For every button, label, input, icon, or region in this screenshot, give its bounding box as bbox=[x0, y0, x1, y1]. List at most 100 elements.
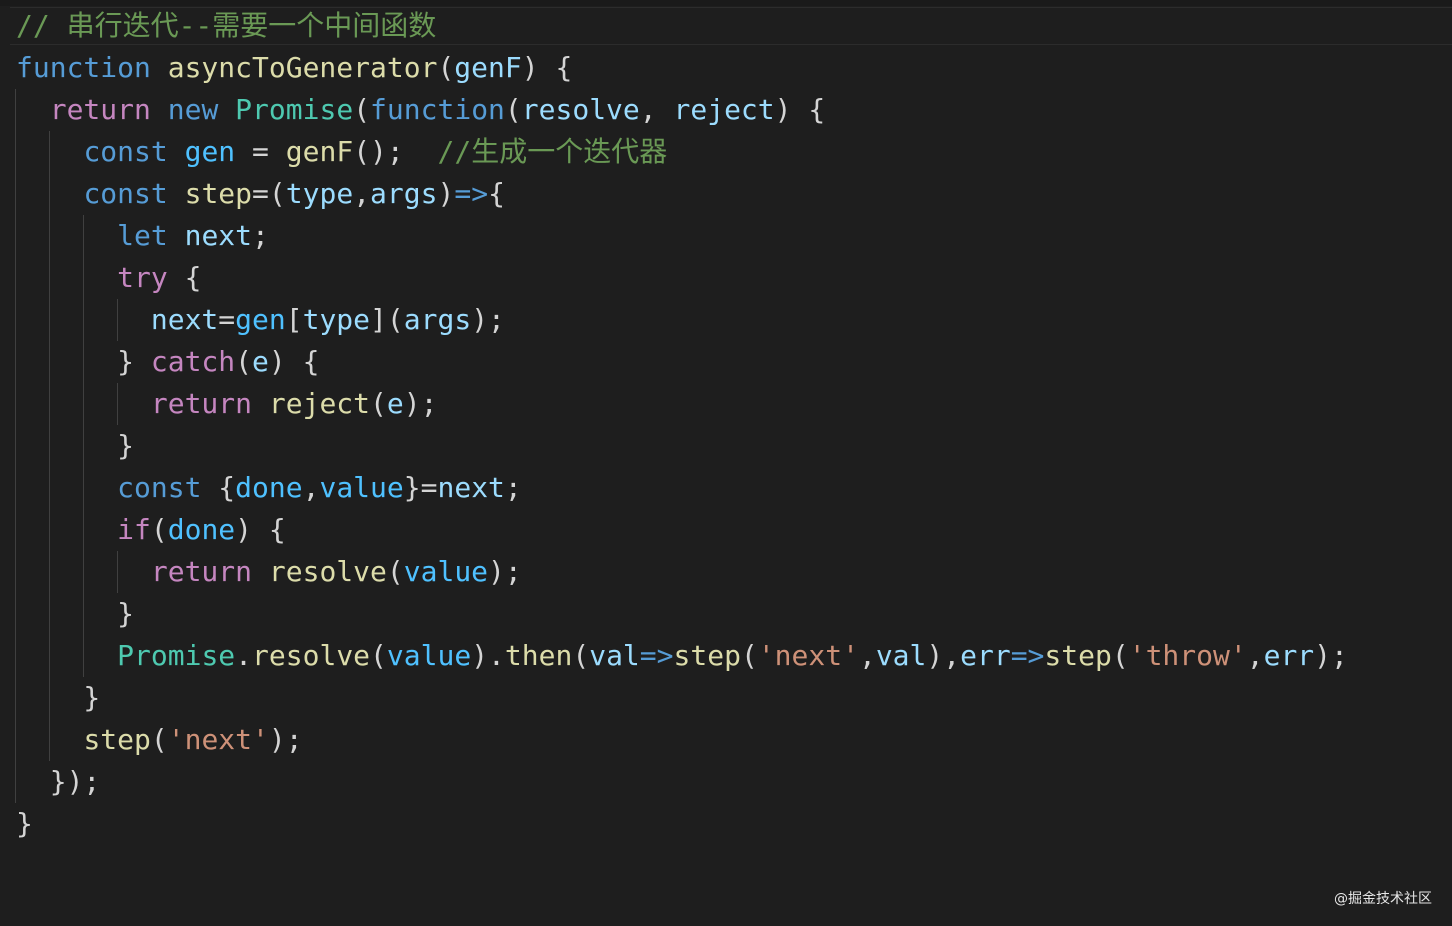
code-token: ); bbox=[1314, 639, 1348, 672]
code-token: e bbox=[386, 387, 404, 420]
code-line[interactable]: const {done,value}=next; bbox=[16, 467, 1348, 509]
code-token: }= bbox=[403, 471, 438, 504]
code-token: genF bbox=[454, 51, 522, 84]
code-token: , bbox=[302, 471, 320, 504]
code-token: ); bbox=[403, 387, 438, 420]
code-token: step bbox=[1044, 639, 1112, 672]
code-token: ( bbox=[437, 51, 455, 84]
code-line[interactable]: try { bbox=[16, 257, 1348, 299]
code-line[interactable]: } bbox=[16, 803, 1348, 845]
code-token: try bbox=[117, 261, 168, 294]
code-token: done bbox=[235, 471, 303, 504]
code-editor[interactable]: // 串行迭代--需要一个中间函数 function asyncToGenerat… bbox=[0, 0, 1452, 926]
code-token: ). bbox=[471, 639, 505, 672]
code-token: step bbox=[673, 639, 741, 672]
code-token: ( bbox=[235, 345, 253, 378]
code-token: val bbox=[875, 639, 927, 672]
code-token: =( bbox=[252, 177, 286, 210]
code-token: , bbox=[353, 177, 371, 210]
code-token: next bbox=[437, 471, 505, 504]
code-token: value bbox=[403, 555, 489, 588]
code-token: => bbox=[454, 177, 489, 210]
code-line[interactable]: } catch(e) { bbox=[16, 341, 1348, 383]
code-token: ) bbox=[437, 177, 455, 210]
code-token: next bbox=[184, 219, 253, 252]
code-token: then bbox=[504, 639, 573, 672]
code-token: return bbox=[150, 555, 253, 588]
code-token: { bbox=[201, 471, 236, 504]
code-token: err bbox=[960, 639, 1011, 672]
code-token: ( bbox=[740, 639, 758, 672]
code-token: const bbox=[117, 471, 202, 504]
code-token: => bbox=[1010, 639, 1045, 672]
code-line[interactable]: next=gen[type](args); bbox=[16, 299, 1348, 341]
code-lines[interactable]: // 串行迭代--需要一个中间函数 function asyncToGenerat… bbox=[16, 5, 1348, 845]
code-token: [ bbox=[285, 303, 303, 336]
code-line[interactable]: }); bbox=[16, 761, 1348, 803]
code-token: Promise bbox=[235, 93, 354, 126]
code-token: ( bbox=[1111, 639, 1129, 672]
code-line[interactable]: if(done) { bbox=[16, 509, 1348, 551]
code-line[interactable]: step('next'); bbox=[16, 719, 1348, 761]
code-line[interactable]: } bbox=[16, 677, 1348, 719]
code-token: if bbox=[117, 513, 151, 546]
code-token: . bbox=[235, 639, 253, 672]
code-line[interactable]: // 串行迭代--需要一个中间函数 bbox=[16, 5, 1348, 47]
code-line[interactable]: return reject(e); bbox=[16, 383, 1348, 425]
code-token: step bbox=[83, 723, 151, 756]
code-token: ); bbox=[268, 723, 303, 756]
code-token: } bbox=[16, 807, 33, 840]
code-token: return bbox=[49, 93, 151, 126]
code-token: , bbox=[858, 639, 876, 672]
code-line[interactable]: const step=(type,args)=>{ bbox=[16, 173, 1348, 215]
code-token: }); bbox=[16, 765, 101, 798]
code-token: } bbox=[16, 429, 135, 462]
code-token: { bbox=[488, 177, 505, 210]
code-token: ); bbox=[488, 555, 522, 588]
code-line[interactable]: } bbox=[16, 593, 1348, 635]
code-token: gen bbox=[235, 303, 286, 336]
code-line[interactable]: function asyncToGenerator(genF) { bbox=[16, 47, 1348, 89]
code-token: = bbox=[235, 135, 286, 168]
code-token: // 串行迭代--需要一个中间函数 bbox=[16, 9, 437, 42]
code-line[interactable]: return new Promise(function(resolve, rej… bbox=[16, 89, 1348, 131]
code-token: args bbox=[370, 177, 438, 210]
code-line[interactable]: return resolve(value); bbox=[16, 551, 1348, 593]
code-line[interactable]: } bbox=[16, 425, 1348, 467]
code-token: e bbox=[252, 345, 269, 378]
code-line[interactable]: Promise.resolve(value).then(val=>step('n… bbox=[16, 635, 1348, 677]
code-token: ) { bbox=[235, 513, 286, 546]
code-token: ( bbox=[353, 93, 371, 126]
code-token: genF bbox=[285, 135, 354, 168]
code-token: ( bbox=[370, 639, 387, 672]
code-token: ( bbox=[370, 387, 387, 420]
code-token: reject bbox=[673, 93, 775, 126]
code-token: reject bbox=[268, 387, 371, 420]
code-token: ( bbox=[150, 513, 168, 546]
code-token: ]( bbox=[370, 303, 404, 336]
code-token: } bbox=[16, 597, 135, 630]
code-line[interactable]: const gen = genF(); //生成一个迭代器 bbox=[16, 131, 1348, 173]
code-token: resolve bbox=[252, 639, 371, 672]
code-token: type bbox=[302, 303, 371, 336]
code-token: (); bbox=[353, 135, 438, 168]
code-line[interactable]: let next; bbox=[16, 215, 1348, 257]
code-token: resolve bbox=[268, 555, 387, 588]
code-token: , bbox=[639, 93, 674, 126]
code-token: //生成一个迭代器 bbox=[437, 135, 668, 168]
code-token: ) { bbox=[268, 345, 320, 378]
code-token: function bbox=[370, 93, 505, 126]
code-token: Promise bbox=[117, 639, 236, 672]
